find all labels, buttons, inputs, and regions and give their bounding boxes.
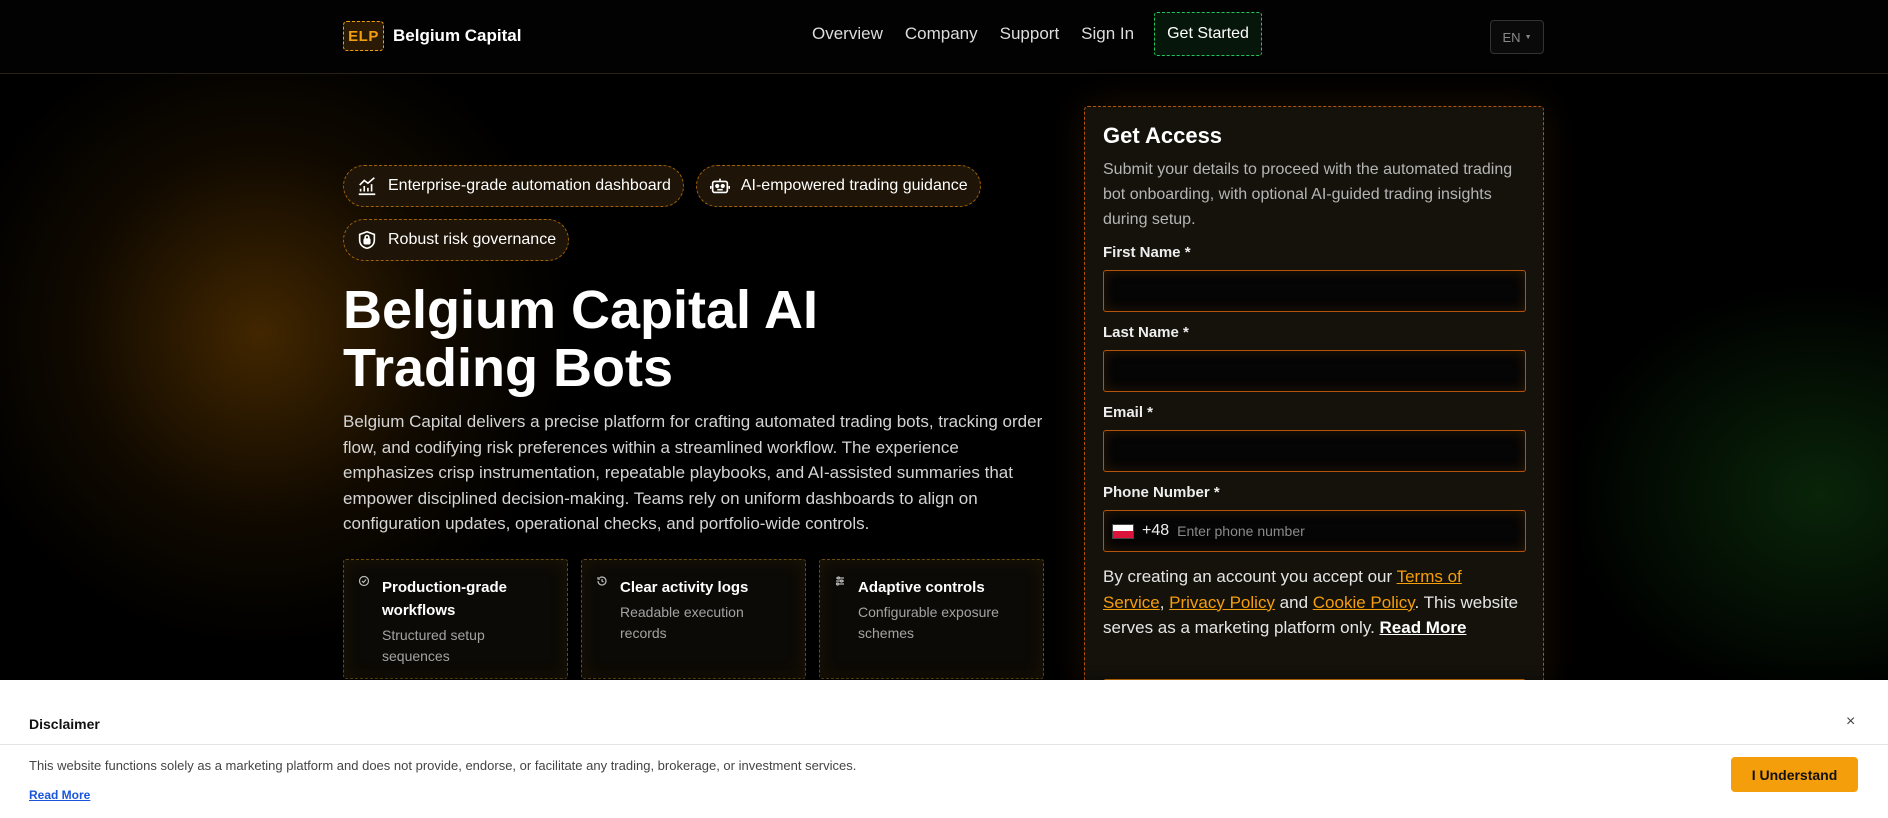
chip-automation-dashboard: Enterprise-grade automation dashboard [343, 165, 684, 207]
nav-support[interactable]: Support [1000, 24, 1060, 44]
chip-risk-governance: Robust risk governance [343, 219, 570, 261]
feature-text: Readable execution records [620, 604, 744, 641]
logo-mark: ELP [343, 21, 384, 51]
language-code: EN [1502, 29, 1521, 45]
phone-country-code[interactable]: +48 [1142, 522, 1169, 540]
feature-title: Clear activity logs [620, 579, 749, 596]
chip-label: Robust risk governance [388, 231, 557, 248]
nav-sign-in[interactable]: Sign In [1081, 24, 1134, 44]
feature-text: Configurable exposure schemes [858, 604, 999, 641]
terms-prefix: By creating an account you accept our [1103, 567, 1397, 586]
check-circle-icon [358, 575, 370, 590]
hero-title-line1: Belgium Capital AI [343, 280, 819, 340]
chevron-down-icon: ▼ [1524, 33, 1532, 41]
phone-label: Phone Number * [1103, 484, 1220, 501]
email-field[interactable] [1103, 430, 1526, 472]
phone-input[interactable] [1177, 523, 1498, 539]
last-name-field[interactable] [1103, 350, 1526, 392]
chart-icon [358, 177, 376, 196]
history-icon [596, 575, 608, 590]
robot-icon [709, 178, 730, 194]
form-subtitle: Submit your details to proceed with the … [1103, 161, 1513, 228]
privacy-policy-link[interactable]: Privacy Policy [1169, 593, 1275, 612]
close-icon[interactable]: × [1846, 713, 1855, 731]
hero-title: Belgium Capital AI Trading Bots [343, 281, 1063, 397]
cookie-policy-link[interactable]: Cookie Policy [1313, 593, 1415, 612]
nav-overview[interactable]: Overview [812, 24, 883, 44]
chip-ai-guidance: AI-empowered trading guidance [695, 165, 981, 207]
sliders-icon [834, 575, 846, 590]
feature-title: Adaptive controls [858, 579, 985, 596]
feature-card: Production-grade workflows Structured se… [343, 559, 568, 679]
feature-card: Clear activity logs Readable execution r… [581, 559, 806, 679]
get-started-button[interactable]: Get Started [1154, 12, 1262, 56]
logo[interactable]: ELP Belgium Capital [343, 21, 521, 51]
chip-label: AI-empowered trading guidance [740, 177, 968, 194]
chip-label: Enterprise-grade automation dashboard [388, 177, 671, 194]
disclaimer-read-more-link[interactable]: Read More [29, 788, 90, 802]
signup-form: Get Access Submit your details to procee… [1084, 106, 1544, 719]
first-name-field[interactable] [1103, 270, 1526, 312]
feature-cards: Production-grade workflows Structured se… [343, 559, 1044, 679]
nav-company[interactable]: Company [905, 24, 978, 44]
disclaimer-banner: Disclaimer × This website functions sole… [0, 680, 1888, 818]
feature-chips: Enterprise-grade automation dashboard AI… [343, 165, 1043, 261]
disclaimer-divider [0, 744, 1888, 745]
form-title: Get Access [1103, 123, 1223, 148]
i-understand-button[interactable]: I Understand [1731, 757, 1858, 792]
terms-text: By creating an account you accept our Te… [1103, 564, 1525, 641]
feature-title: Production-grade workflows [382, 579, 508, 619]
main-nav: Overview Company Support Sign In Get Sta… [812, 12, 1284, 56]
feature-card: Adaptive controls Configurable exposure … [819, 559, 1044, 679]
brand-name: Belgium Capital [393, 26, 522, 45]
phone-field: +48 [1103, 510, 1526, 552]
language-selector[interactable]: EN ▼ [1490, 20, 1544, 54]
terms-comma: , [1159, 592, 1170, 612]
email-label: Email * [1103, 404, 1154, 421]
first-name-label: First Name * [1103, 244, 1191, 261]
disclaimer-text: This website functions solely as a marke… [29, 758, 857, 773]
site-header: ELP Belgium Capital Overview Company Sup… [0, 0, 1888, 74]
read-more-link[interactable]: Read More [1380, 618, 1467, 637]
last-name-label: Last Name * [1103, 324, 1189, 341]
hero-title-line2: Trading Bots [343, 338, 674, 398]
shield-lock-icon [358, 230, 376, 250]
disclaimer-title: Disclaimer [29, 716, 100, 732]
feature-text: Structured setup sequences [382, 627, 485, 664]
hero-description: Belgium Capital delivers a precise platf… [343, 412, 1043, 533]
terms-and: and [1274, 592, 1313, 612]
poland-flag-icon[interactable] [1112, 523, 1134, 539]
